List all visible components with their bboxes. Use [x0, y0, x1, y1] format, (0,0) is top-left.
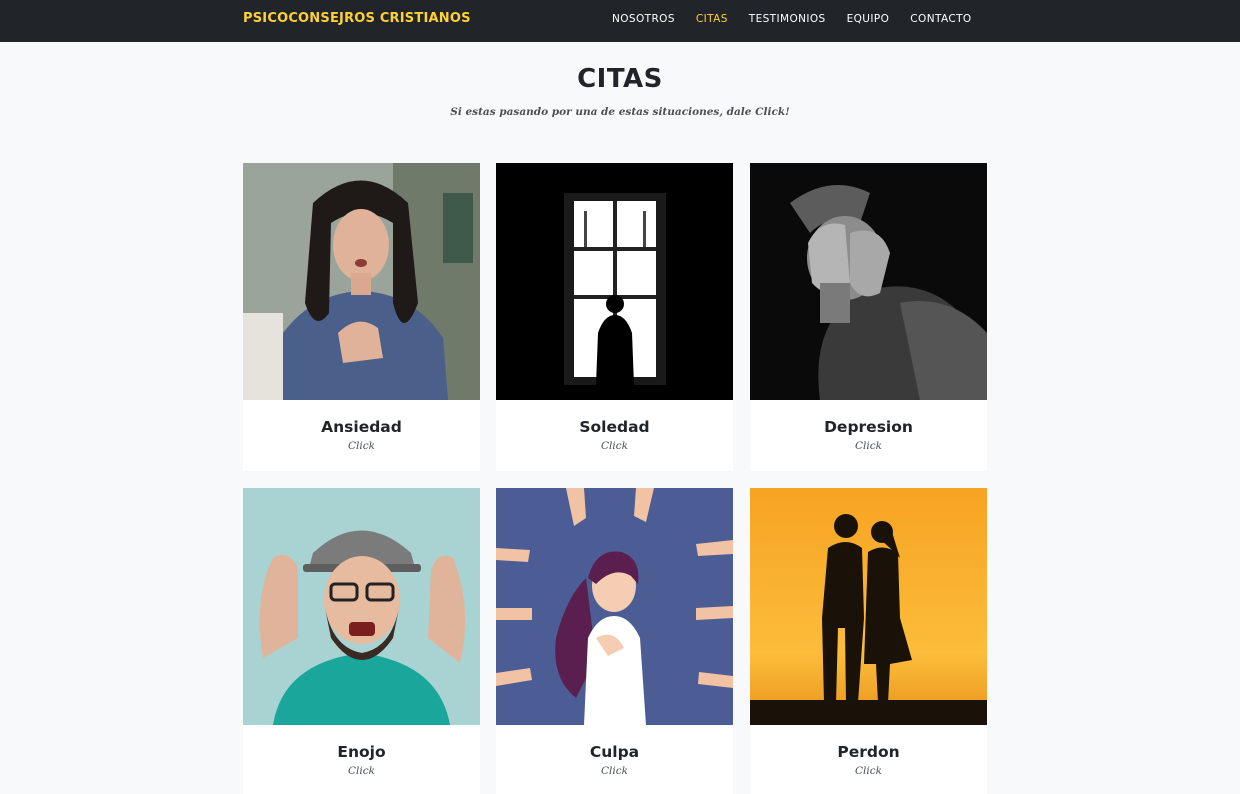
card-soledad[interactable]: Soledad Click [496, 163, 733, 471]
card-culpa[interactable]: Culpa Click [496, 488, 733, 794]
card-caption: Depresion Click [750, 400, 987, 471]
card-ansiedad[interactable]: Ansiedad Click [243, 163, 480, 471]
card-subtitle: Click [601, 440, 628, 452]
nav-link-citas[interactable]: CITAS [696, 13, 728, 25]
nav-link-nosotros[interactable]: NOSOTROS [612, 13, 675, 25]
depresion-photo [750, 163, 987, 400]
card-caption: Ansiedad Click [243, 400, 480, 471]
nav-link-contacto[interactable]: CONTACTO [910, 13, 971, 25]
card-depresion[interactable]: Depresion Click [750, 163, 987, 471]
culpa-photo [496, 488, 733, 725]
navbar: PSICOCONSEJROS CRISTIANOS NOSOTROS CITAS… [0, 0, 1240, 42]
nav-link-equipo[interactable]: EQUIPO [847, 13, 890, 25]
card-caption: Culpa Click [496, 725, 733, 794]
card-subtitle: Click [348, 765, 375, 777]
card-subtitle: Click [601, 765, 628, 777]
card-enojo[interactable]: Enojo Click [243, 488, 480, 794]
card-caption: Perdon Click [750, 725, 987, 794]
enojo-photo [243, 488, 480, 725]
soledad-photo [496, 163, 733, 400]
card-caption: Enojo Click [243, 725, 480, 794]
card-title: Enojo [337, 743, 386, 761]
card-perdon[interactable]: Perdon Click [750, 488, 987, 794]
card-title: Ansiedad [321, 418, 402, 436]
brand-logo[interactable]: PSICOCONSEJROS CRISTIANOS [243, 11, 471, 26]
card-subtitle: Click [855, 440, 882, 452]
card-title: Soledad [579, 418, 650, 436]
nav-link-testimonios[interactable]: TESTIMONIOS [749, 13, 826, 25]
card-title: Depresion [824, 418, 913, 436]
card-subtitle: Click [855, 765, 882, 777]
card-title: Perdon [837, 743, 900, 761]
card-caption: Soledad Click [496, 400, 733, 471]
ansiedad-photo [243, 163, 480, 400]
nav-menu: NOSOTROS CITAS TESTIMONIOS EQUIPO CONTAC… [612, 13, 993, 25]
card-subtitle: Click [348, 440, 375, 452]
perdon-photo [750, 488, 987, 725]
card-title: Culpa [589, 743, 640, 761]
section-subheading: Si estas pasando por una de estas situac… [450, 106, 790, 118]
section-heading: CITAS [577, 64, 663, 94]
